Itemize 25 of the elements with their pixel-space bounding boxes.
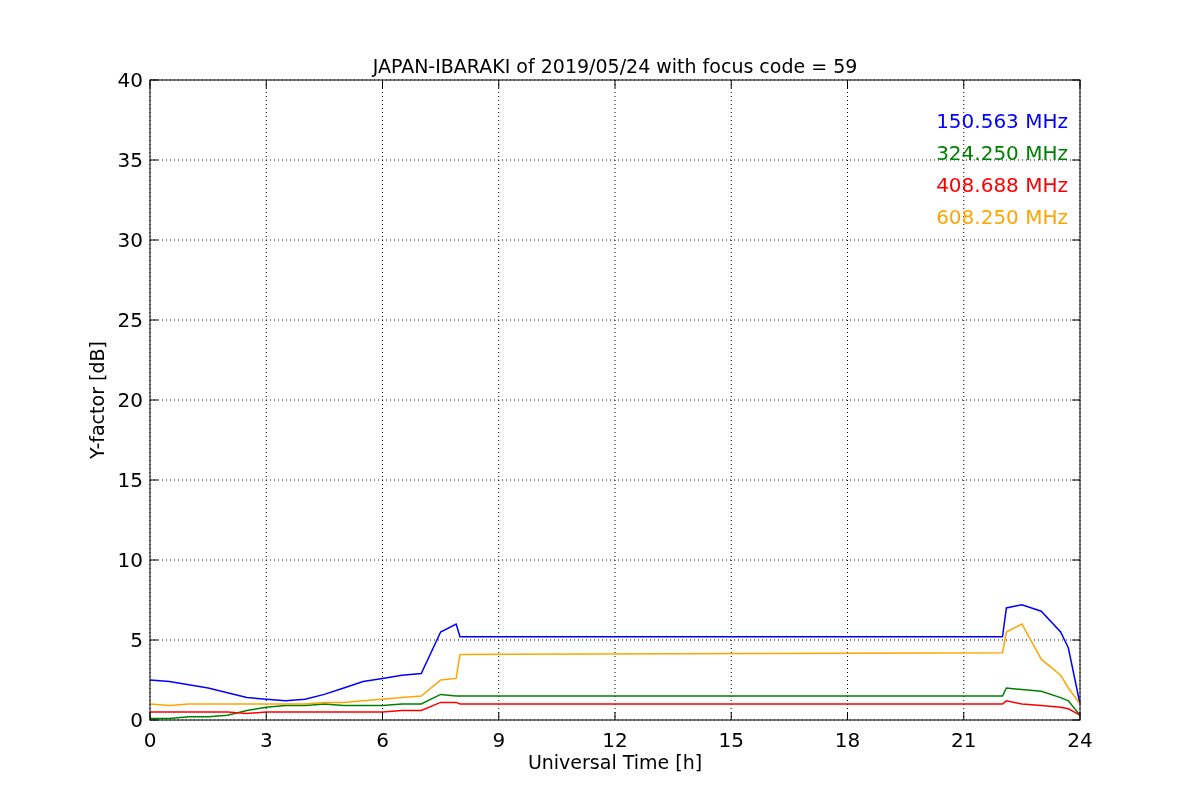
y-tick-label: 5 [130,628,143,652]
chart-title: JAPAN-IBARAKI of 2019/05/24 with focus code = 59 [372,55,858,77]
x-tick-label: 9 [492,728,506,752]
x-tick-label: 0 [143,728,157,752]
y-tick-label: 40 [117,68,143,92]
y-tick-label: 15 [117,468,143,492]
y-tick-label: 35 [117,148,143,172]
x-tick-label: 21 [951,728,977,752]
y-tick-label: 25 [117,308,143,332]
y-tick-label: 20 [117,388,143,412]
x-tick-label: 6 [376,728,389,752]
legend-label: 608.250 MHz [936,205,1068,229]
y-tick-label: 0 [130,708,143,732]
legend-label: 324.250 MHz [936,141,1068,165]
x-tick-label: 12 [602,728,628,752]
y-axis-label: Y-factor [dB] [86,341,108,459]
x-axis-label: Universal Time [h] [527,751,703,773]
legend-label: 150.563 MHz [936,109,1068,133]
x-tick-label: 3 [259,728,273,752]
y-tick-label: 10 [117,548,143,572]
x-tick-label: 15 [718,728,744,752]
legend-label: 408.688 MHz [936,173,1068,197]
y-tick-label: 30 [117,228,143,252]
x-tick-label: 24 [1067,728,1093,752]
x-tick-label: 18 [834,728,861,752]
